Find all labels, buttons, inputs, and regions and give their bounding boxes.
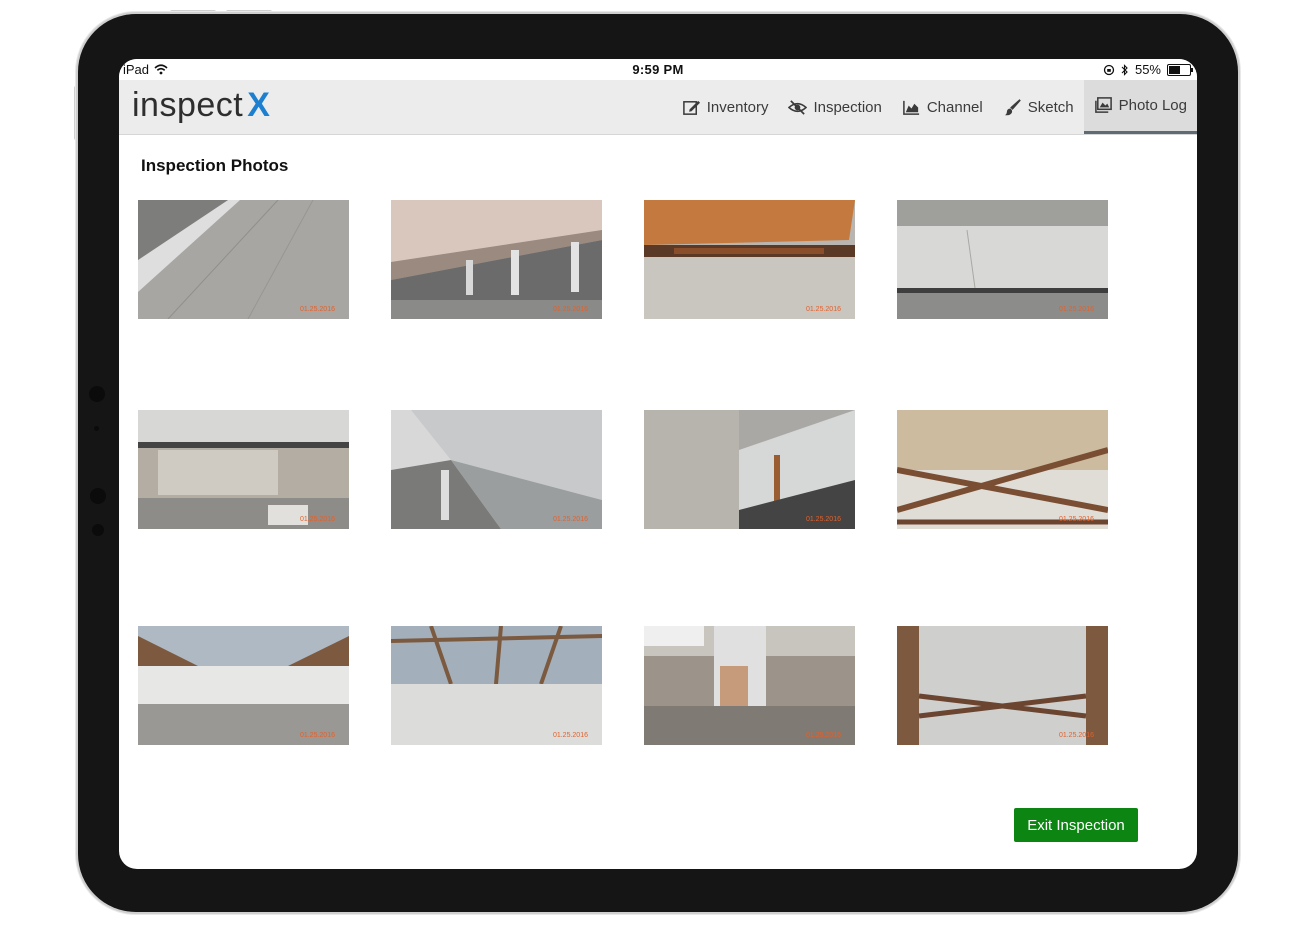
camera-icon [90, 488, 106, 504]
battery-percent: 55% [1134, 62, 1161, 77]
photo-date: 01.25.2016 [299, 732, 335, 739]
bluetooth-icon [1121, 63, 1128, 76]
photo-date: 01.25.2016 [1058, 516, 1094, 523]
tab-inventory[interactable]: Inventory [672, 80, 779, 134]
tab-inventory-label: Inventory [706, 98, 769, 116]
photo-thumbnail[interactable]: 01.25.2016 [644, 200, 855, 319]
battery-icon [1167, 63, 1193, 76]
main-nav: Inventory Inspection Channel Sketch Phot… [672, 80, 1197, 134]
tab-photo-log[interactable]: Photo Log [1083, 80, 1197, 134]
photo-image [644, 626, 855, 745]
app-header: inspect X Inventory Inspection Channel S… [119, 80, 1197, 135]
brush-icon [1004, 98, 1021, 115]
photo-image [138, 626, 349, 745]
sensor [89, 386, 105, 402]
sensor [92, 524, 104, 536]
photo-thumbnail[interactable]: 01.25.2016 [391, 200, 602, 319]
photo-thumbnail[interactable]: 01.25.2016 [644, 410, 855, 529]
photo-date: 01.25.2016 [805, 306, 841, 313]
eye-slash-icon [788, 99, 808, 115]
photo-thumbnail[interactable]: 01.25.2016 [644, 626, 855, 745]
tab-sketch-label: Sketch [1027, 98, 1074, 116]
photo-thumbnail[interactable]: 01.25.2016 [138, 626, 349, 745]
photo-image [897, 200, 1108, 319]
photo-date: 01.25.2016 [1058, 306, 1094, 313]
edit-icon [682, 100, 700, 115]
photo-image [391, 200, 602, 319]
photo-image [138, 410, 349, 529]
status-right: 55% [1103, 62, 1193, 77]
photo-date: 01.25.2016 [1058, 732, 1094, 739]
tab-inspection[interactable]: Inspection [778, 80, 891, 134]
tab-channel-label: Channel [926, 98, 983, 116]
photo-image [897, 626, 1108, 745]
tab-sketch[interactable]: Sketch [993, 80, 1084, 134]
photo-date: 01.25.2016 [805, 732, 841, 739]
rotation-lock-icon [1103, 64, 1115, 75]
sensor [94, 426, 99, 431]
battery-level [1169, 65, 1180, 74]
clock: 9:59 PM [632, 62, 684, 77]
tab-inspection-label: Inspection [813, 98, 882, 116]
exit-inspection-button[interactable]: Exit Inspection [1014, 808, 1138, 842]
photo-thumbnail[interactable]: 01.25.2016 [897, 410, 1108, 529]
photo-thumbnail[interactable]: 01.25.2016 [391, 410, 602, 529]
photo-date: 01.25.2016 [552, 516, 588, 523]
screen: iPad 9:59 PM 55% inspect X Inventory Ins… [119, 59, 1197, 869]
area-chart-icon [902, 100, 919, 115]
photo-thumbnail[interactable]: 01.25.2016 [138, 410, 349, 529]
photo-date: 01.25.2016 [299, 516, 335, 523]
app-logo[interactable]: inspect X [132, 86, 270, 125]
photo-image [897, 410, 1108, 529]
tab-channel[interactable]: Channel [892, 80, 993, 134]
logo-mark: X [247, 86, 271, 124]
photo-thumbnail[interactable]: 01.25.2016 [138, 200, 349, 319]
photo-image [138, 200, 349, 319]
photo-image [644, 410, 855, 529]
status-bar: iPad 9:59 PM 55% [119, 59, 1197, 80]
photo-date: 01.25.2016 [552, 732, 588, 739]
photo-date: 01.25.2016 [552, 306, 588, 313]
photo-thumbnail[interactable]: 01.25.2016 [897, 626, 1108, 745]
logo-text: inspect [132, 86, 244, 124]
tab-photo-log-label: Photo Log [1118, 97, 1187, 114]
photo-image [391, 626, 602, 745]
photo-date: 01.25.2016 [805, 516, 841, 523]
photo-album-icon [1094, 97, 1112, 113]
photo-image [644, 200, 855, 319]
photo-image [391, 410, 602, 529]
photo-thumbnail[interactable]: 01.25.2016 [391, 626, 602, 745]
photo-date: 01.25.2016 [299, 306, 335, 313]
page-title: Inspection Photos [141, 156, 289, 175]
photo-thumbnail[interactable]: 01.25.2016 [897, 200, 1108, 319]
